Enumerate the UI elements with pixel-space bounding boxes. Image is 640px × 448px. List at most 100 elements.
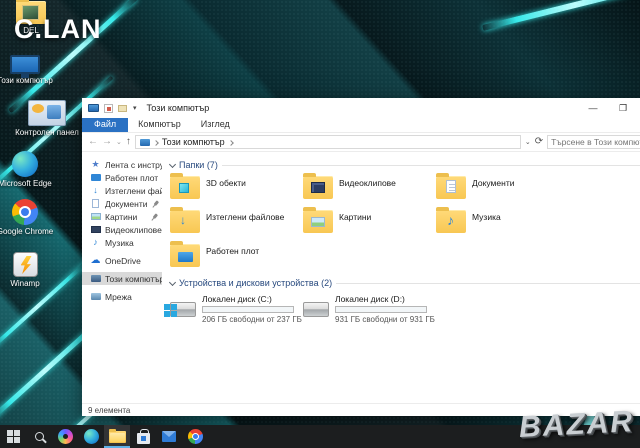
- tab-file[interactable]: Файл: [82, 117, 129, 132]
- address-bar: ← → ⌄ ↑ Този компютър ⌄ ⟳: [82, 133, 640, 152]
- desktop-icon-label: Контролен панел: [15, 128, 79, 137]
- pictures-icon: [90, 213, 101, 220]
- breadcrumb-chevron-icon[interactable]: [227, 139, 234, 146]
- search-icon: [34, 432, 44, 441]
- section-header-folders[interactable]: Папки (7): [168, 160, 640, 170]
- 3d-cube-icon: [179, 183, 189, 193]
- onedrive-cloud-icon: ☁: [90, 254, 101, 266]
- qat-dropdown-icon[interactable]: ▾: [133, 104, 137, 112]
- window-title: Този компютър: [146, 103, 210, 113]
- folder-icon: [170, 173, 200, 199]
- window-controls: — ❐: [578, 98, 638, 118]
- documents-icon: [92, 199, 99, 208]
- tab-view[interactable]: Изглед: [191, 117, 240, 132]
- search-input[interactable]: [551, 137, 640, 147]
- winamp-icon: [12, 252, 38, 277]
- this-pc-small-icon: [139, 138, 150, 146]
- drive-tile-c[interactable]: Локален диск (C:) 206 ГБ свободни от 237…: [164, 294, 303, 324]
- wallpaper-stripe: [482, 0, 640, 31]
- nav-item-quick-access[interactable]: ★ Лента с инструменти: [82, 158, 162, 171]
- new-folder-icon[interactable]: [118, 104, 127, 112]
- taskbar-edge-button[interactable]: [78, 425, 104, 448]
- document-icon: [446, 180, 456, 193]
- search-box[interactable]: [547, 135, 640, 149]
- tab-computer[interactable]: Компютър: [128, 117, 191, 132]
- folder-tile-desktop[interactable]: Работен плот: [170, 241, 303, 270]
- breadcrumb[interactable]: Този компютър: [162, 137, 225, 147]
- film-icon: [311, 182, 325, 193]
- taskbar-mail-button[interactable]: [156, 425, 182, 448]
- chrome-icon: [187, 429, 203, 444]
- recent-locations-dropdown-icon[interactable]: ⌄: [116, 139, 122, 146]
- forward-icon[interactable]: →: [102, 137, 112, 147]
- nav-item-pictures[interactable]: Картини: [82, 210, 162, 223]
- nav-item-music[interactable]: ♪ Музика: [82, 236, 162, 249]
- section-header-devices[interactable]: Устройства и дискови устройства (2): [168, 278, 640, 288]
- desktop-icon-label: Winamp: [10, 279, 40, 288]
- quick-access-star-icon: ★: [91, 159, 100, 169]
- desktop-icon-label: Microsoft Edge: [0, 179, 52, 188]
- pin-icon: [150, 198, 161, 209]
- maximize-button[interactable]: ❐: [608, 98, 638, 118]
- desktop-icon-winamp[interactable]: Winamp: [0, 252, 54, 288]
- nav-item-desktop[interactable]: Работен плот: [82, 171, 162, 184]
- edge-icon: [83, 429, 99, 444]
- desktop-icon-google-chrome[interactable]: Google Chrome: [0, 199, 54, 236]
- refresh-icon[interactable]: ⟳: [535, 137, 543, 147]
- back-icon[interactable]: ←: [88, 137, 98, 147]
- explorer-window: ▾ Този компютър — ❐ Файл Компютър Изглед…: [82, 98, 640, 416]
- taskbar-file-explorer-button[interactable]: [104, 425, 130, 448]
- folder-tile-documents[interactable]: Документи: [436, 173, 569, 202]
- taskbar-cortana-button[interactable]: [52, 425, 78, 448]
- folder-icon: [170, 241, 200, 267]
- minimize-button[interactable]: —: [578, 98, 608, 118]
- control-panel-icon: [28, 100, 66, 126]
- taskbar-search-button[interactable]: [26, 425, 52, 448]
- nav-item-videos[interactable]: Видеоклипове: [82, 223, 162, 236]
- folder-tile-pictures[interactable]: Картини: [303, 207, 436, 236]
- address-dropdown-icon[interactable]: ⌄: [525, 139, 531, 146]
- hard-drive-icon: [303, 302, 329, 317]
- file-explorer-icon: [108, 428, 126, 443]
- desktop-icon-this-pc[interactable]: Този компютър: [0, 55, 54, 85]
- window-body: ★ Лента с инструменти Работен плот ↓ Изт…: [82, 152, 640, 403]
- nav-item-network[interactable]: Мрежа: [82, 290, 162, 303]
- navigation-pane: ★ Лента с инструменти Работен плот ↓ Изт…: [82, 152, 162, 403]
- desktop-icon-microsoft-edge[interactable]: Microsoft Edge: [0, 151, 54, 188]
- start-button[interactable]: [0, 425, 26, 448]
- computer-icon[interactable]: [88, 104, 99, 112]
- up-icon[interactable]: ↑: [126, 137, 131, 147]
- watermark-bazar: BAZAR: [518, 405, 635, 444]
- nav-item-this-pc[interactable]: Този компютър: [82, 272, 162, 285]
- drive-usage-bar: [202, 306, 294, 313]
- hard-drive-windows-icon: [164, 302, 196, 317]
- ribbon-tabs: Файл Компютър Изглед: [82, 117, 640, 133]
- taskbar-store-button[interactable]: [130, 425, 156, 448]
- watermark-clan: C.LAN: [14, 14, 102, 44]
- folder-icon: ↓: [170, 207, 200, 233]
- address-box[interactable]: Този компютър: [134, 135, 521, 149]
- folder-icon: ♪: [436, 207, 466, 233]
- taskbar-chrome-button[interactable]: [182, 425, 208, 448]
- drive-tile-d[interactable]: Локален диск (D:) 931 ГБ свободни от 931…: [303, 294, 436, 324]
- desktop-icon-control-panel[interactable]: Контролен панел: [14, 100, 80, 137]
- nav-item-documents[interactable]: Документи: [82, 197, 162, 210]
- folder-tile-music[interactable]: ♪ Музика: [436, 207, 569, 236]
- chrome-icon: [12, 199, 38, 225]
- folder-tile-3d-objects[interactable]: 3D обекти: [170, 173, 303, 202]
- folders-grid: 3D обекти Видеоклипове Документи ↓ Изтег…: [170, 173, 640, 270]
- mail-icon: [162, 431, 176, 442]
- network-icon: [90, 293, 101, 300]
- nav-item-onedrive[interactable]: ☁ OneDrive: [82, 254, 162, 267]
- windows-logo-icon: [6, 430, 20, 443]
- drives-grid: Локален диск (C:) 206 ГБ свободни от 237…: [164, 294, 640, 324]
- quick-access-toolbar: ▾: [88, 103, 137, 113]
- folder-tile-videos[interactable]: Видеоклипове: [303, 173, 436, 202]
- nav-item-downloads[interactable]: ↓ Изтеглени файл: [82, 184, 162, 197]
- music-note-icon: ♪: [447, 212, 454, 228]
- desktop: DEL Този компютър Контролен панел Micros…: [0, 0, 640, 448]
- properties-icon[interactable]: [104, 103, 113, 113]
- desktop-icon-label: Google Chrome: [0, 227, 54, 236]
- edge-icon: [12, 151, 38, 177]
- folder-tile-downloads[interactable]: ↓ Изтеглени файлове: [170, 207, 303, 236]
